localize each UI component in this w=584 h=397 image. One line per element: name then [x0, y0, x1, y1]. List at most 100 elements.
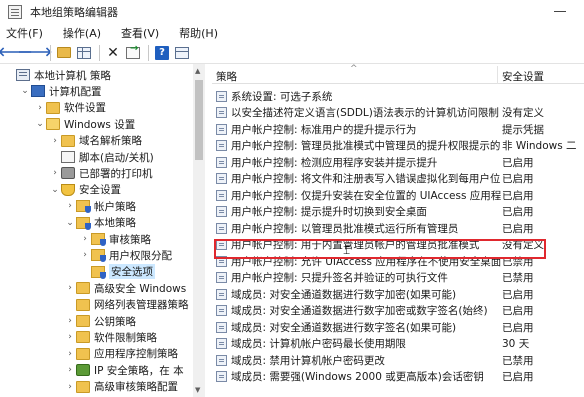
policy-row[interactable]: 用户帐户控制: 只提升签名并验证的可执行文件 已禁用: [212, 270, 584, 286]
policy-value: 已禁用: [502, 272, 534, 284]
chevron-right-icon[interactable]: ›: [49, 168, 61, 178]
tree-item[interactable]: › 高级安全 Windows: [64, 280, 186, 296]
tree-item[interactable]: › 软件设置: [34, 100, 106, 116]
menu-file[interactable]: 文件(F): [6, 25, 43, 41]
policy-setting-icon: [216, 288, 227, 300]
forward-arrow-icon[interactable]: 🡒: [18, 44, 53, 62]
toolbar-separator: [148, 44, 149, 61]
policy-value: 已启用: [502, 173, 534, 185]
tree-item[interactable]: › 已部署的打印机: [49, 165, 153, 181]
tree-item[interactable]: › 用户权限分配: [79, 247, 172, 263]
tree-item[interactable]: ⌄ Windows 设置: [34, 116, 135, 132]
chevron-down-icon[interactable]: ⌄: [19, 86, 31, 96]
tree-item[interactable]: › 高级审核策略配置: [64, 379, 178, 395]
sort-ascending-icon: ^: [350, 64, 358, 74]
policy-value: 已启用: [502, 371, 534, 383]
policy-setting-icon: [216, 90, 227, 102]
chevron-right-icon[interactable]: ›: [64, 349, 76, 359]
scroll-down-icon[interactable]: ▼: [195, 386, 200, 394]
tree-item[interactable]: › 帐户策略: [64, 198, 136, 214]
policy-row[interactable]: 域成员: 对安全通道数据进行数字签名(如果可能) 已启用: [212, 319, 584, 335]
policy-row[interactable]: 用户帐户控制: 管理员批准模式中管理员的提升权限提示的... 非 Windows …: [212, 138, 584, 154]
policy-row[interactable]: 域成员: 需要强(Windows 2000 或更高版本)会话密钥 已启用: [212, 369, 584, 385]
column-divider[interactable]: [497, 66, 498, 84]
folder-up-icon[interactable]: [55, 44, 73, 62]
chevron-right-icon[interactable]: ›: [79, 234, 91, 244]
tree-item[interactable]: › 审核策略: [79, 231, 151, 247]
security-folder-icon: [91, 249, 106, 263]
menu-help[interactable]: 帮助(H): [179, 25, 218, 41]
chevron-right-icon[interactable]: ›: [64, 283, 76, 293]
tree-item[interactable]: 安全选项: [79, 264, 155, 280]
tree-item-label: 网络列表管理器策略: [94, 299, 189, 312]
policy-row[interactable]: 域成员: 对安全通道数据进行数字加密或数字签名(始终) 已启用: [212, 303, 584, 319]
policy-name: 用户帐户控制: 检测应用程序安装并提示提升: [231, 156, 438, 169]
tree-item[interactable]: ⌄ 计算机配置: [19, 83, 102, 99]
tree-item[interactable]: ⌄ 本地策略: [64, 215, 136, 231]
policy-row[interactable]: 用户帐户控制: 允许 UIAccess 应用程序在不使用安全桌面... 已禁用: [212, 253, 584, 269]
policy-row[interactable]: 用户帐户控制: 标准用户的提升提示行为 提示凭据: [212, 121, 584, 137]
chevron-down-icon[interactable]: ⌄: [49, 185, 61, 195]
chevron-right-icon[interactable]: ›: [64, 382, 76, 392]
policy-row[interactable]: 以安全描述符定义语言(SDDL)语法表示的计算机访问限制 没有定义: [212, 105, 584, 121]
tree-item-label: 软件设置: [64, 102, 106, 115]
chevron-down-icon[interactable]: ⌄: [64, 218, 76, 228]
chevron-right-icon[interactable]: ›: [34, 103, 46, 113]
security-folder-icon: [91, 233, 106, 246]
policy-name: 域成员: 对安全通道数据进行数字加密(如果可能): [231, 288, 457, 301]
tree-item-label: 本地计算机 策略: [34, 69, 111, 82]
policy-name: 域成员: 计算机帐户密码最长使用期限: [231, 338, 406, 350]
tree-item[interactable]: 网络列表管理器策略: [64, 297, 189, 313]
tree-item-label: 高级审核策略配置: [94, 381, 178, 394]
minimize-icon[interactable]: [554, 11, 566, 12]
policy-row[interactable]: 域成员: 对安全通道数据进行数字加密(如果可能) 已启用: [212, 286, 584, 302]
column-header-setting[interactable]: 安全设置: [502, 69, 544, 84]
help-icon[interactable]: ?: [153, 44, 171, 62]
policy-row[interactable]: 用户帐户控制: 检测应用程序安装并提示提升 已启用: [212, 154, 584, 170]
tree-item[interactable]: 脚本(启动/关机): [49, 149, 154, 165]
tree-item[interactable]: › 域名解析策略: [49, 133, 142, 149]
tree-item[interactable]: ⌄ 安全设置: [49, 182, 121, 198]
policy-row[interactable]: 用户帐户控制: 仅提升安装在安全位置的 UIAccess 应用程序 已启用: [212, 187, 584, 203]
folder-icon: [76, 298, 90, 311]
policy-setting-icon: [216, 189, 227, 201]
policy-row[interactable]: 用户帐户控制: 提示提升时切换到安全桌面 已启用: [212, 204, 584, 220]
policy-row[interactable]: 域成员: 计算机帐户密码最长使用期限 30 天: [212, 336, 584, 352]
delete-icon[interactable]: ✕: [104, 44, 122, 62]
chevron-right-icon[interactable]: ›: [64, 201, 76, 211]
tree-item[interactable]: 本地计算机 策略: [4, 67, 111, 83]
chevron-down-icon[interactable]: ⌄: [34, 119, 46, 129]
view-icon[interactable]: [173, 44, 191, 62]
tree-item[interactable]: › 软件限制策略: [64, 329, 157, 345]
chevron-right-icon[interactable]: ›: [64, 316, 76, 326]
policy-row[interactable]: 域成员: 禁用计算机帐户密码更改 已禁用: [212, 352, 584, 368]
policy-row[interactable]: 用户帐户控制: 以管理员批准模式运行所有管理员 已启用: [212, 220, 584, 236]
scroll-up-icon[interactable]: ▲: [195, 67, 200, 75]
tree-item-label: 用户权限分配: [109, 249, 172, 262]
chevron-right-icon[interactable]: ›: [79, 250, 91, 260]
chevron-right-icon[interactable]: ›: [49, 136, 61, 146]
policy-value: 已启用: [502, 305, 534, 317]
policy-row[interactable]: 系统设置: 可选子系统: [212, 88, 584, 104]
tree-scrollbar[interactable]: ▲ ▼: [193, 64, 205, 397]
folder-icon: [61, 134, 75, 147]
tree-item-label: 域名解析策略: [79, 135, 142, 148]
tree-item[interactable]: › 应用程序控制策略: [64, 346, 178, 362]
policy-row[interactable]: 用户帐户控制: 将文件和注册表写入错误虚拟化到每用户位置 已启用: [212, 171, 584, 187]
policy-name: 系统设置: 可选子系统: [231, 90, 333, 103]
scroll-thumb[interactable]: [195, 80, 203, 160]
tree-item[interactable]: › 公钥策略: [64, 313, 136, 329]
tree-item-label: 脚本(启动/关机): [79, 151, 154, 164]
show-hide-tree-icon[interactable]: [75, 44, 93, 62]
policy-row[interactable]: 用户帐户控制: 用于内置管理员帐户的管理员批准模式 没有定义: [212, 237, 584, 253]
chevron-right-icon[interactable]: ›: [64, 365, 76, 375]
policy-name: 用户帐户控制: 提示提升时切换到安全桌面: [231, 206, 427, 218]
menu-action[interactable]: 操作(A): [63, 25, 101, 41]
export-list-icon[interactable]: [124, 44, 142, 62]
chevron-right-icon[interactable]: ›: [64, 332, 76, 342]
tree-item[interactable]: › IP 安全策略，在 本: [64, 362, 184, 378]
folder-icon: [76, 282, 90, 295]
menu-view[interactable]: 查看(V): [121, 25, 159, 41]
column-header-policy[interactable]: 策略: [216, 69, 237, 84]
folder-icon: [76, 315, 90, 327]
